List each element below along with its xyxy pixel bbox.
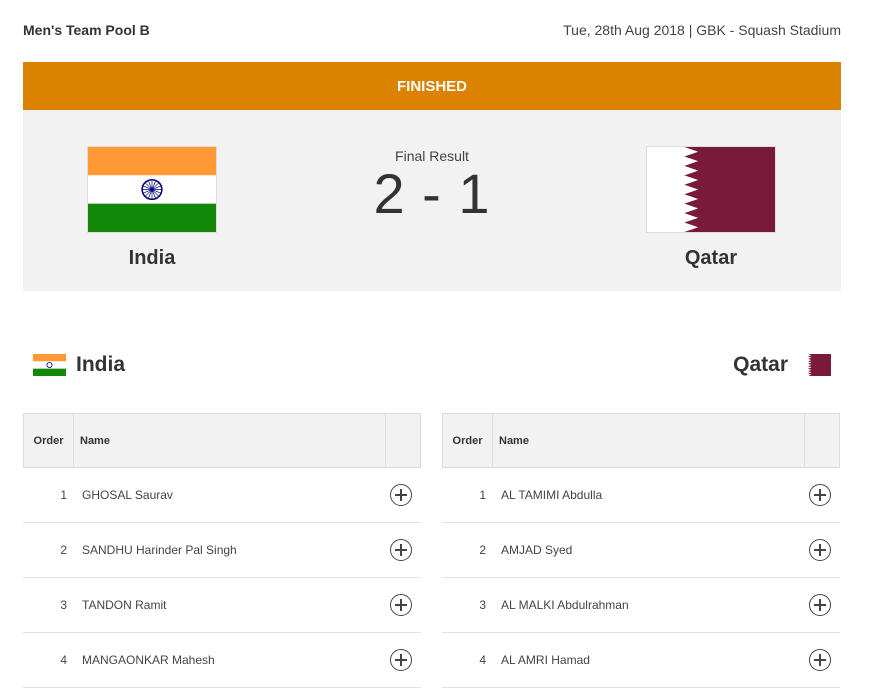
column-header-order: Order [443,414,493,467]
result-block: Final Result 2 - 1 [332,148,532,224]
home-team-header: India [33,350,125,380]
match-status-label: FINISHED [396,77,467,95]
player-order: 1 [479,488,486,502]
india-flag-icon [87,146,217,233]
away-team-name: Qatar [684,247,738,269]
qatar-flag-icon [798,354,831,376]
table-row: 4 MANGAONKAR Mahesh [23,633,421,688]
column-header-actions [805,414,839,467]
table-row: 4 AL AMRI Hamad [442,633,840,688]
column-header-actions [386,414,420,467]
home-team-name: India [128,247,176,269]
home-roster-table: Order Name 1 GHOSAL Saurav 2 SANDHU Hari… [23,413,421,688]
player-order: 2 [479,543,486,557]
expand-plus-icon[interactable] [390,539,412,561]
player-name: AL AMRI Hamad [501,653,590,667]
expand-plus-icon[interactable] [390,594,412,616]
away-team-header-name: Qatar [733,353,788,376]
expand-plus-icon[interactable] [809,484,831,506]
column-header-name: Name [493,414,805,467]
expand-plus-icon[interactable] [390,649,412,671]
roster-header-row: Order Name [23,413,421,468]
home-team-block: India [87,146,217,270]
player-order: 4 [479,653,486,667]
player-order: 3 [60,598,67,612]
column-header-order: Order [24,414,74,467]
player-name: AMJAD Syed [501,543,573,557]
event-meta: Tue, 28th Aug 2018 | GBK - Squash Stadiu… [563,22,841,38]
player-name: MANGAONKAR Mahesh [82,653,215,667]
player-name: AL MALKI Abdulrahman [501,598,629,612]
player-name: SANDHU Harinder Pal Singh [82,543,237,557]
player-order: 1 [60,488,67,502]
roster-header-row: Order Name [442,413,840,468]
table-row: 2 SANDHU Harinder Pal Singh [23,523,421,578]
qatar-flag-icon [646,146,776,233]
away-team-header: Qatar [733,350,831,380]
expand-plus-icon[interactable] [390,484,412,506]
table-row: 3 AL MALKI Abdulrahman [442,578,840,633]
expand-plus-icon[interactable] [809,594,831,616]
table-row: 3 TANDON Ramit [23,578,421,633]
player-name: TANDON Ramit [82,598,167,612]
player-order: 3 [479,598,486,612]
away-roster-table: Order Name 1 AL TAMIMI Abdulla 2 AMJAD S… [442,413,840,688]
player-name: AL TAMIMI Abdulla [501,488,603,502]
player-order: 2 [60,543,67,557]
table-row: 1 GHOSAL Saurav [23,468,421,523]
expand-plus-icon[interactable] [809,649,831,671]
event-info-bar: Men's Team Pool B Tue, 28th Aug 2018 | G… [23,14,841,46]
column-header-name: Name [74,414,386,467]
expand-plus-icon[interactable] [809,539,831,561]
player-order: 4 [60,653,67,667]
india-flag-icon [33,354,66,376]
table-row: 1 AL TAMIMI Abdulla [442,468,840,523]
match-status-bar: FINISHED [23,62,841,110]
score-panel: India Final Result 2 - 1 Qatar [23,110,841,291]
table-row: 2 AMJAD Syed [442,523,840,578]
away-team-block: Qatar [646,146,776,270]
event-title: Men's Team Pool B [23,22,150,38]
player-name: GHOSAL Saurav [82,488,173,502]
result-score: 2 - 1 [373,162,491,225]
home-team-header-name: India [76,353,126,376]
